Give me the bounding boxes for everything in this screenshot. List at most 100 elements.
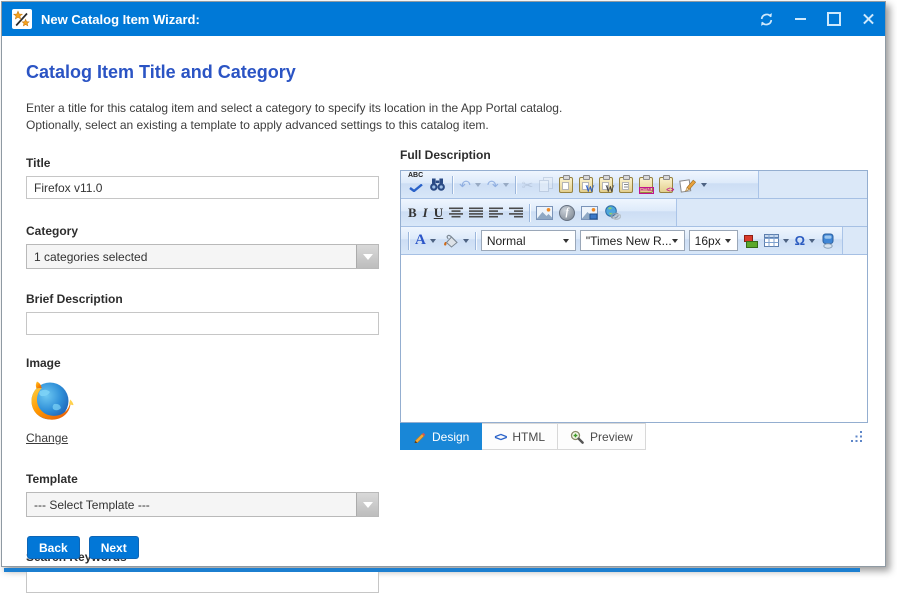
spellcheck-icon: ABC <box>408 173 423 197</box>
toolbar-separator <box>515 176 516 194</box>
css-class-icon <box>743 234 758 248</box>
paste-from-word-nostyle-button[interactable]: W <box>597 174 615 196</box>
title-field-group: Title <box>26 156 379 199</box>
tab-html-label: HTML <box>512 430 545 444</box>
pencil-icon <box>413 430 426 443</box>
insert-flash-button[interactable]: f <box>557 202 577 224</box>
paste-special-button[interactable]: <> <box>657 174 675 196</box>
redo-button[interactable]: ↷ <box>485 174 511 196</box>
font-color-button[interactable]: A <box>413 230 438 252</box>
insert-symbol-button[interactable]: Ω <box>793 230 817 252</box>
copy-icon <box>539 177 553 192</box>
tab-design[interactable]: Design <box>400 423 482 450</box>
spellcheck-button[interactable]: ABC <box>406 174 425 196</box>
image-label: Image <box>26 356 379 370</box>
format-stripper-icon <box>679 177 697 193</box>
paste-icon <box>559 177 573 193</box>
image-field-group: Image <box>26 356 379 447</box>
chevron-down-icon <box>725 239 731 243</box>
intro-line-1: Enter a title for this catalog item and … <box>26 100 885 117</box>
tab-html[interactable]: <> HTML <box>482 423 558 450</box>
underline-button[interactable]: U <box>432 202 445 224</box>
italic-icon: I <box>423 206 428 219</box>
image-map-icon <box>581 206 598 220</box>
justify-button[interactable] <box>467 202 485 224</box>
font-size-value: 16px <box>695 234 721 248</box>
titlebar[interactable]: New Catalog Item Wizard: <box>2 2 885 36</box>
editor-toolbar-row-2: B I U <box>401 199 867 227</box>
insert-image-icon <box>536 206 553 220</box>
template-value: --- Select Template --- <box>27 493 356 516</box>
editor-toolbar-row-1: ABC <box>401 171 867 199</box>
media-manager-icon <box>821 233 835 249</box>
font-size-select[interactable]: 16px <box>689 230 738 251</box>
paragraph-style-select[interactable]: Normal <box>481 230 576 251</box>
chevron-down-icon <box>701 183 707 187</box>
insert-table-icon <box>764 234 779 247</box>
font-color-icon: A <box>415 233 426 248</box>
toolbar-separator <box>529 204 530 222</box>
font-name-select[interactable]: "Times New R... <box>580 230 685 251</box>
editor-resize-grip[interactable] <box>850 431 862 443</box>
redo-icon: ↷ <box>487 178 499 192</box>
rich-text-editor: ABC <box>400 170 868 423</box>
paste-plain-text-button[interactable] <box>617 174 635 196</box>
editor-tab-strip: Design <> HTML Preview <box>400 423 868 450</box>
editor-content-area[interactable] <box>401 255 867 422</box>
css-class-button[interactable] <box>741 230 760 252</box>
intro-line-2: Optionally, select an existing a templat… <box>26 117 885 134</box>
background-color-button[interactable] <box>440 230 471 252</box>
firefox-logo <box>26 376 74 424</box>
background-window-edge <box>4 568 860 572</box>
find-button[interactable] <box>427 174 448 196</box>
italic-button[interactable]: I <box>421 202 430 224</box>
close-button[interactable] <box>851 2 885 36</box>
align-center-button[interactable] <box>447 202 465 224</box>
insert-table-button[interactable] <box>762 230 791 252</box>
toolbar-separator <box>452 176 453 194</box>
maximize-button[interactable] <box>817 2 851 36</box>
paste-as-html-button[interactable]: HTML <box>637 174 655 196</box>
brief-description-label: Brief Description <box>26 292 379 306</box>
format-stripper-button[interactable] <box>677 174 709 196</box>
category-dropdown-button[interactable] <box>356 245 378 268</box>
media-manager-button[interactable] <box>819 230 837 252</box>
hyperlink-manager-button[interactable] <box>602 202 623 224</box>
minimize-button[interactable] <box>783 2 817 36</box>
paste-from-word-button[interactable]: W <box>577 174 595 196</box>
tab-design-label: Design <box>432 430 469 444</box>
title-label: Title <box>26 156 379 170</box>
refresh-button[interactable] <box>749 2 783 36</box>
paste-plain-text-icon <box>619 177 633 193</box>
category-dropdown[interactable]: 1 categories selected <box>26 244 379 269</box>
maximize-icon <box>827 12 841 26</box>
hyperlink-icon <box>604 205 621 220</box>
cut-button[interactable]: ✂ <box>520 174 536 196</box>
chevron-down-icon <box>563 239 569 243</box>
template-label: Template <box>26 472 379 486</box>
underline-icon: U <box>434 206 443 219</box>
title-input[interactable] <box>26 176 379 199</box>
copy-button[interactable] <box>537 174 555 196</box>
toolbar-separator <box>475 232 476 250</box>
tab-preview[interactable]: Preview <box>558 423 646 450</box>
close-icon <box>862 13 875 26</box>
align-left-button[interactable] <box>487 202 505 224</box>
template-dropdown[interactable]: --- Select Template --- <box>26 492 379 517</box>
insert-image-button[interactable] <box>534 202 555 224</box>
bold-icon: B <box>408 206 417 219</box>
paste-button[interactable] <box>557 174 575 196</box>
page-title: Catalog Item Title and Category <box>26 62 885 83</box>
change-image-link[interactable]: Change <box>26 431 68 445</box>
undo-button[interactable]: ↶ <box>457 174 483 196</box>
image-map-button[interactable] <box>579 202 600 224</box>
template-dropdown-button[interactable] <box>356 493 378 516</box>
next-button[interactable]: Next <box>89 536 139 559</box>
brief-description-input[interactable] <box>26 312 379 335</box>
back-button[interactable]: Back <box>27 536 80 559</box>
bold-button[interactable]: B <box>406 202 419 224</box>
align-right-button[interactable] <box>507 202 525 224</box>
search-keywords-input[interactable] <box>26 570 379 593</box>
window-controls <box>749 2 885 36</box>
toolbar-separator <box>408 232 409 250</box>
